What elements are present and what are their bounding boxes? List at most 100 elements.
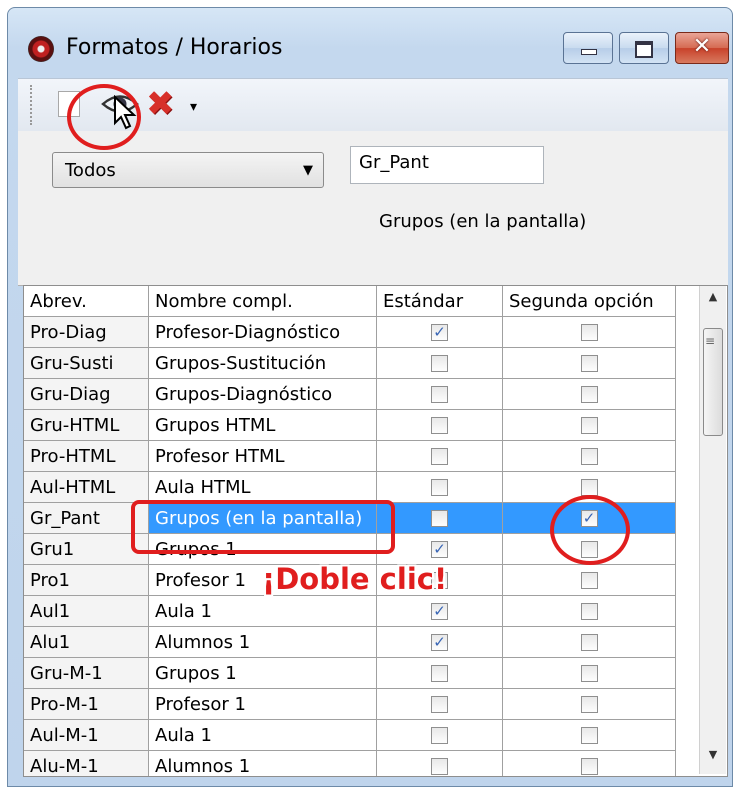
second-option-cell[interactable] bbox=[502, 750, 676, 776]
name-cell[interactable]: Alumnos 1 bbox=[148, 626, 377, 658]
second-option-checkbox[interactable] bbox=[580, 324, 598, 341]
standard-checkbox[interactable] bbox=[431, 696, 448, 713]
standard-cell[interactable] bbox=[376, 688, 503, 720]
standard-checkbox[interactable] bbox=[431, 665, 448, 682]
dropdown-arrow-icon[interactable]: ▾ bbox=[190, 99, 197, 115]
standard-cell[interactable]: ✓ bbox=[376, 626, 503, 658]
table-row[interactable]: Gru-HTML Grupos HTML bbox=[24, 409, 676, 441]
second-option-checkbox[interactable] bbox=[580, 727, 598, 744]
second-option-cell[interactable] bbox=[502, 347, 676, 379]
abbr-cell[interactable]: Aul1 bbox=[24, 595, 149, 627]
standard-checkbox[interactable] bbox=[431, 355, 448, 372]
standard-cell[interactable] bbox=[376, 750, 503, 776]
name-cell[interactable]: Profesor 1 bbox=[148, 688, 377, 720]
table-row[interactable]: Gru-Susti Grupos-Sustitución bbox=[24, 347, 676, 379]
standard-checkbox[interactable]: ✓ bbox=[431, 324, 448, 341]
abbr-cell[interactable]: Aul-HTML bbox=[24, 471, 149, 503]
abbr-cell[interactable]: Gru-Susti bbox=[24, 347, 149, 379]
standard-checkbox[interactable] bbox=[431, 758, 448, 775]
abbr-cell[interactable]: Pro-HTML bbox=[24, 440, 149, 472]
abbr-cell[interactable]: Alu1 bbox=[24, 626, 149, 658]
standard-cell[interactable] bbox=[376, 440, 503, 472]
second-option-cell[interactable] bbox=[502, 595, 676, 627]
second-option-checkbox[interactable] bbox=[580, 634, 598, 651]
abbr-cell[interactable]: Pro1 bbox=[24, 564, 149, 596]
second-option-checkbox[interactable] bbox=[580, 758, 598, 775]
abbr-cell[interactable]: Gru-Diag bbox=[24, 378, 149, 410]
second-option-checkbox[interactable] bbox=[580, 448, 598, 465]
table-row[interactable]: Pro-Diag Profesor-Diagnóstico ✓ bbox=[24, 316, 676, 348]
column-header-name[interactable]: Nombre compl. bbox=[148, 286, 377, 317]
table-row[interactable]: Aul1 Aula 1 ✓ bbox=[24, 595, 676, 627]
title-bar[interactable]: Formatos / Horarios ✕ bbox=[8, 8, 732, 78]
second-option-cell[interactable] bbox=[502, 719, 676, 751]
standard-cell[interactable] bbox=[376, 347, 503, 379]
name-cell[interactable]: Alumnos 1 bbox=[148, 750, 377, 776]
vertical-scrollbar[interactable]: ▲ ≡ ▼ bbox=[699, 286, 726, 774]
abbr-cell[interactable]: Alu-M-1 bbox=[24, 750, 149, 776]
table-row[interactable]: Alu-M-1 Alumnos 1 bbox=[24, 750, 676, 776]
close-button[interactable]: ✕ bbox=[675, 32, 729, 64]
name-cell[interactable]: Grupos HTML bbox=[148, 409, 377, 441]
table-row[interactable]: Gru-Diag Grupos-Diagnóstico bbox=[24, 378, 676, 410]
abbr-cell[interactable]: Gr_Pant bbox=[24, 502, 149, 534]
second-option-cell[interactable] bbox=[502, 409, 676, 441]
standard-cell[interactable]: ✓ bbox=[376, 595, 503, 627]
column-header-second-option[interactable]: Segunda opción bbox=[502, 286, 676, 317]
standard-checkbox[interactable] bbox=[431, 479, 448, 496]
abbr-cell[interactable]: Gru-HTML bbox=[24, 409, 149, 441]
standard-cell[interactable] bbox=[376, 719, 503, 751]
abbr-cell[interactable]: Pro-Diag bbox=[24, 316, 149, 348]
name-cell[interactable]: Grupos-Diagnóstico bbox=[148, 378, 377, 410]
delete-icon[interactable]: ✖ bbox=[146, 87, 175, 121]
abbr-cell[interactable]: Aul-M-1 bbox=[24, 719, 149, 751]
second-option-cell[interactable] bbox=[502, 378, 676, 410]
table-row[interactable]: Alu1 Alumnos 1 ✓ bbox=[24, 626, 676, 658]
standard-cell[interactable] bbox=[376, 657, 503, 689]
standard-checkbox[interactable]: ✓ bbox=[431, 541, 448, 558]
standard-cell[interactable]: ✓ bbox=[376, 316, 503, 348]
second-option-checkbox[interactable] bbox=[580, 479, 598, 496]
standard-cell[interactable] bbox=[376, 409, 503, 441]
name-cell[interactable]: Aula HTML bbox=[148, 471, 377, 503]
standard-cell[interactable] bbox=[376, 378, 503, 410]
abbr-cell[interactable]: Gru-M-1 bbox=[24, 657, 149, 689]
second-option-checkbox[interactable] bbox=[580, 665, 598, 682]
second-option-checkbox[interactable] bbox=[580, 355, 598, 372]
table-row[interactable]: Pro-HTML Profesor HTML bbox=[24, 440, 676, 472]
maximize-button[interactable] bbox=[619, 32, 669, 64]
second-option-checkbox[interactable] bbox=[580, 603, 598, 620]
table-row[interactable]: Pro-M-1 Profesor 1 bbox=[24, 688, 676, 720]
second-option-checkbox[interactable] bbox=[580, 417, 598, 434]
name-cell[interactable]: Grupos 1 bbox=[148, 657, 377, 689]
second-option-cell[interactable] bbox=[502, 626, 676, 658]
abbr-cell[interactable]: Pro-M-1 bbox=[24, 688, 149, 720]
standard-cell[interactable] bbox=[376, 502, 503, 534]
standard-cell[interactable] bbox=[376, 471, 503, 503]
abbr-cell[interactable]: Gru1 bbox=[24, 533, 149, 565]
second-option-cell[interactable] bbox=[502, 688, 676, 720]
name-cell[interactable]: Profesor HTML bbox=[148, 440, 377, 472]
name-cell[interactable]: Aula 1 bbox=[148, 595, 377, 627]
column-header-standard[interactable]: Estándar bbox=[376, 286, 503, 317]
filter-select[interactable]: Todos ▼ bbox=[52, 152, 324, 188]
second-option-cell[interactable] bbox=[502, 316, 676, 348]
second-option-cell[interactable] bbox=[502, 657, 676, 689]
name-cell[interactable]: Grupos-Sustitución bbox=[148, 347, 377, 379]
toolbar-grip[interactable] bbox=[30, 85, 36, 125]
table-row[interactable]: Gru-M-1 Grupos 1 bbox=[24, 657, 676, 689]
standard-checkbox[interactable] bbox=[431, 510, 448, 527]
scroll-down-icon[interactable]: ▼ bbox=[700, 748, 726, 768]
second-option-checkbox[interactable] bbox=[580, 386, 598, 403]
name-cell[interactable]: Profesor-Diagnóstico bbox=[148, 316, 377, 348]
second-option-checkbox[interactable] bbox=[580, 696, 598, 713]
standard-cell[interactable]: ✓ bbox=[376, 533, 503, 565]
standard-checkbox[interactable] bbox=[431, 448, 448, 465]
scroll-up-icon[interactable]: ▲ bbox=[700, 290, 726, 310]
column-header-abbr[interactable]: Abrev. bbox=[24, 286, 149, 317]
standard-checkbox[interactable]: ✓ bbox=[431, 634, 448, 651]
standard-checkbox[interactable] bbox=[431, 386, 448, 403]
code-field[interactable]: Gr_Pant bbox=[350, 146, 544, 184]
standard-checkbox[interactable] bbox=[431, 727, 448, 744]
second-option-cell[interactable] bbox=[502, 440, 676, 472]
